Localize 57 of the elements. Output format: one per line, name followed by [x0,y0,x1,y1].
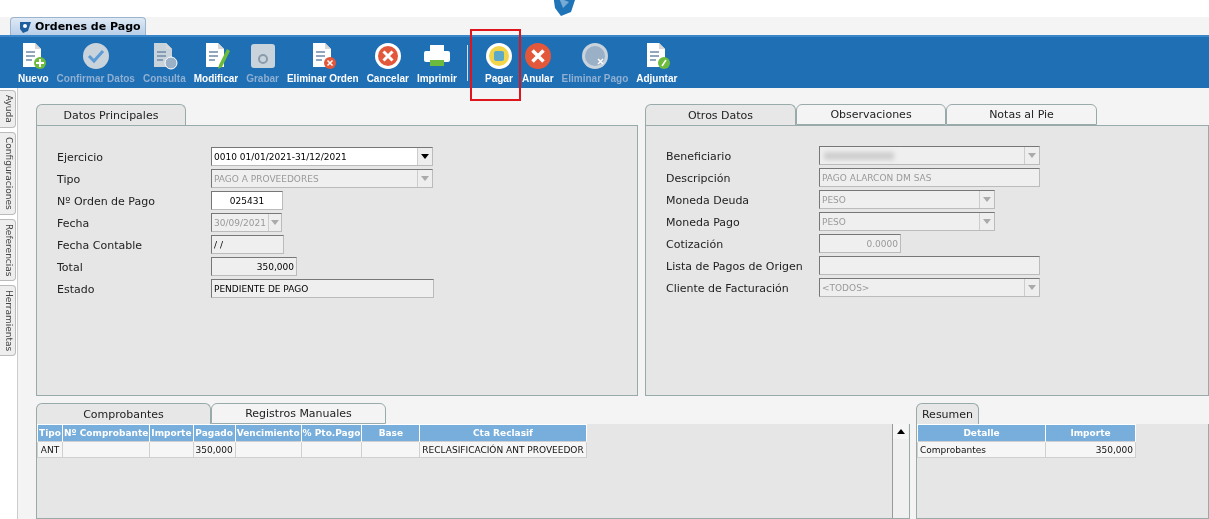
coins-delete-icon [579,41,610,71]
field-label: Cliente de Facturación [666,281,790,295]
scroll-up-icon[interactable] [893,424,908,439]
field-label: Lista de Pagos de Origen [666,259,804,273]
toolbar-button[interactable]: Imprimir [412,38,461,87]
toolbar-button[interactable]: Modificar [189,38,243,87]
table-cell: Comprobantes [917,441,1046,458]
table-cell [301,441,362,458]
field-label: Estado [57,282,96,296]
tab[interactable]: Resumen [916,403,979,424]
input-field[interactable]: 350,000 [211,257,297,276]
blurred-value [824,151,894,160]
table-cell: 350,000 [193,441,236,458]
table-cell: RECLASIFICACIÓN ANT PROVEEDOR [419,441,587,458]
field-label: Cotización [666,237,725,251]
field-label: Moneda Pago [666,215,741,229]
input-field[interactable]: 025431 [211,191,283,210]
tab[interactable]: Registros Manuales [211,403,386,424]
toolbar-button[interactable]: Eliminar Orden [282,38,363,87]
tab[interactable]: Otros Datos [645,104,796,125]
table-cell [149,441,193,458]
app-logo-icon [19,20,32,33]
field-label: Nº Orden de Pago [57,194,156,208]
side-tab[interactable]: Ayuda [0,90,16,128]
close-icon [522,41,553,71]
tab[interactable]: Datos Principales [36,104,186,125]
cancel-icon [372,41,403,71]
scrollbar[interactable] [892,424,909,518]
coins-icon [483,41,514,71]
side-tab[interactable]: Configuraciones [0,131,16,215]
window-tab[interactable]: Ordenes de Pago [10,17,146,35]
toolbar-button[interactable]: Cancelar [362,38,413,87]
toolbar-button[interactable]: Nuevo [14,38,53,87]
field-label: Moneda Deuda [666,193,751,207]
table-cell: ANT [37,441,63,458]
toolbar-button[interactable]: Anular [517,38,558,87]
toolbar-button[interactable]: Pagar [479,38,518,87]
field-label: Ejercicio [57,150,104,164]
field-label: Fecha Contable [57,238,143,252]
field-label: Tipo [57,172,82,186]
tab[interactable]: Comprobantes [36,403,211,424]
toolbar-button[interactable]: Adjuntar [632,38,682,87]
tab[interactable]: Notas al Pie [946,104,1097,125]
field-label: Fecha [57,216,91,230]
field-label: Beneficiario [666,149,733,163]
table-cell [361,441,420,458]
table-cell [235,441,302,458]
field-label: Descripción [666,171,732,185]
side-tab[interactable]: Referencias [0,218,16,281]
input-field[interactable]: / / [211,235,284,254]
tab[interactable]: Observaciones [796,104,946,125]
dropdown-field[interactable]: 0010 01/01/2021-31/12/2021 [211,147,433,166]
checkmark-icon [80,41,111,71]
table-cell: 350,000 [1045,441,1136,458]
side-tab[interactable]: Herramientas [0,285,16,357]
field-label: Total [57,260,84,274]
input-field[interactable]: PENDIENTE DE PAGO [211,279,434,298]
